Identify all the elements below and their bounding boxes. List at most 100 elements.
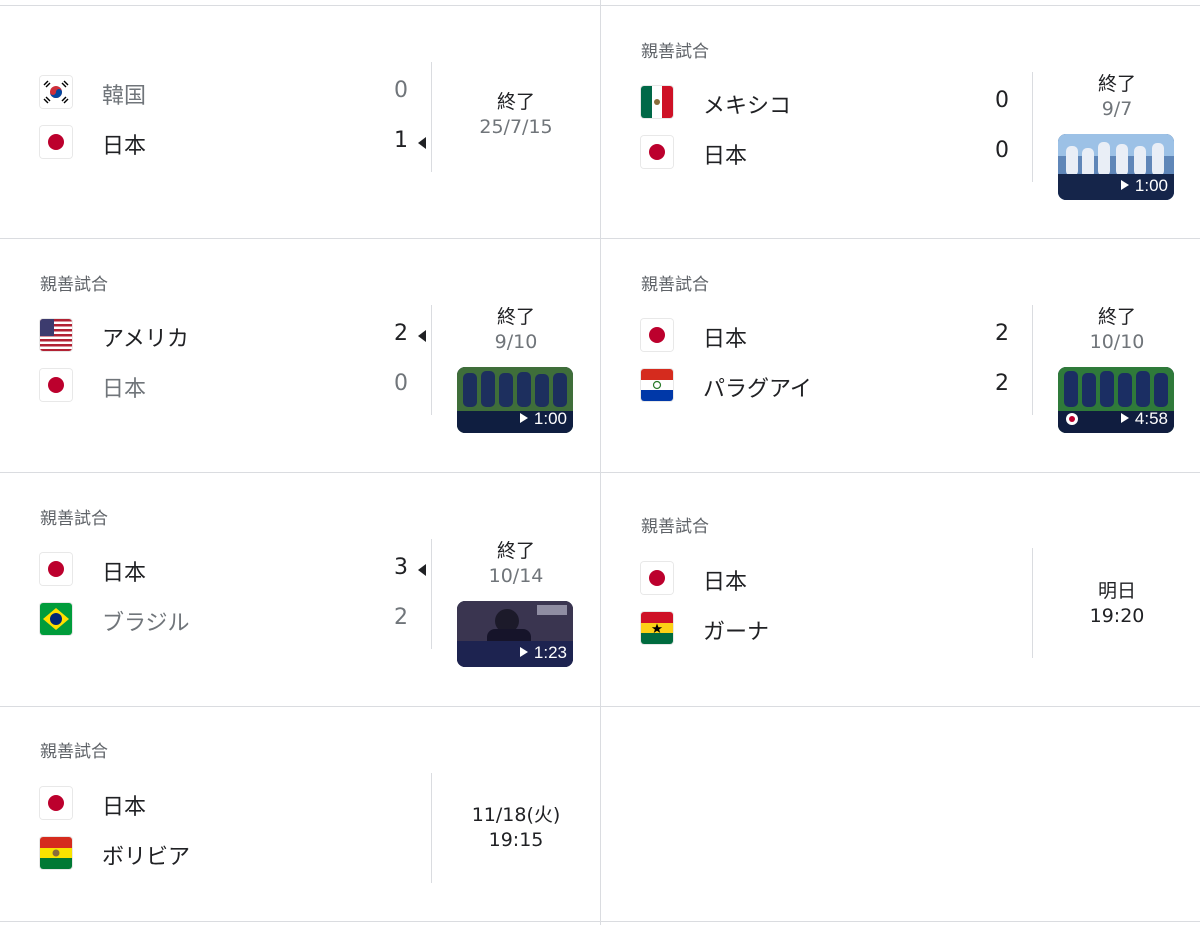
team-name: ブラジル xyxy=(102,611,190,636)
match-time: 19:15 xyxy=(488,829,544,851)
winner-arrow-icon xyxy=(418,137,426,149)
ghana-flag-icon xyxy=(641,612,673,644)
status-text: 終了 xyxy=(496,540,535,562)
team-row: 日本 1 xyxy=(40,126,426,162)
play-icon xyxy=(1120,180,1129,190)
match-time: 19:20 xyxy=(1089,605,1145,627)
team-score: 2 xyxy=(995,371,1009,396)
team-name: 日本 xyxy=(703,144,748,169)
team-row: メキシコ 0 xyxy=(641,86,1021,122)
match-date: 10/14 xyxy=(488,565,544,587)
winner-arrow-icon xyxy=(418,330,426,342)
match-card[interactable]: 親善試合 メキシコ 0 日本 0 終了 9/7 1:00 xyxy=(601,6,1200,240)
paraguay-flag-icon xyxy=(641,369,673,401)
team-row: 日本 xyxy=(40,787,420,823)
team-row: 日本 0 xyxy=(641,136,1021,172)
match-type-label: 親善試合 xyxy=(641,517,709,537)
match-status: 終了 9/7 xyxy=(1033,72,1200,122)
status-text: 終了 xyxy=(496,306,535,328)
match-date: 9/10 xyxy=(494,331,538,353)
team-row: パラグアイ 2 xyxy=(641,369,1021,405)
video-thumbnail[interactable]: 1:00 xyxy=(1058,134,1174,200)
team-score: 3 xyxy=(394,555,408,580)
team-row: 日本 2 xyxy=(641,319,1021,355)
bolivia-flag-icon xyxy=(40,837,72,869)
match-status: 終了 25/7/15 xyxy=(432,90,600,140)
usa-flag-icon xyxy=(40,319,72,351)
team-name: 韓国 xyxy=(102,84,147,109)
team-row: ガーナ xyxy=(641,612,1021,648)
team-name: パラグアイ xyxy=(703,377,812,402)
team-row: 日本 xyxy=(641,562,1021,598)
japan-flag-icon xyxy=(40,126,72,158)
status-text: 明日 xyxy=(1097,580,1136,602)
team-score: 0 xyxy=(394,78,408,103)
mexico-flag-icon xyxy=(641,86,673,118)
match-type-label: 親善試合 xyxy=(40,275,108,295)
brazil-flag-icon xyxy=(40,603,72,635)
team-name: ガーナ xyxy=(703,620,770,645)
match-date: 25/7/15 xyxy=(479,116,553,138)
team-name: 日本 xyxy=(102,795,147,820)
video-thumbnail[interactable]: 1:23 xyxy=(457,601,573,667)
japan-flag-icon xyxy=(40,553,72,585)
japan-flag-icon xyxy=(40,787,72,819)
video-duration: 1:23 xyxy=(519,643,567,663)
team-name: 日本 xyxy=(703,327,748,352)
team-name: ボリビア xyxy=(102,845,191,870)
play-icon xyxy=(519,647,528,657)
team-row: アメリカ 2 xyxy=(40,319,426,355)
team-name: 日本 xyxy=(102,134,147,159)
team-row: 韓国 0 xyxy=(40,76,420,112)
team-score: 2 xyxy=(394,321,408,346)
match-status: 11/18(火) 19:15 xyxy=(432,803,600,853)
team-score: 0 xyxy=(995,138,1009,163)
winner-arrow-icon xyxy=(418,564,426,576)
status-text: 終了 xyxy=(1097,73,1136,95)
japan-flag-icon xyxy=(40,369,72,401)
team-row: ボリビア xyxy=(40,837,420,873)
team-name: 日本 xyxy=(703,570,748,595)
video-duration: 4:58 xyxy=(1120,409,1168,429)
team-name: 日本 xyxy=(102,561,147,586)
video-duration: 1:00 xyxy=(1120,176,1168,196)
match-status: 終了 10/14 xyxy=(432,539,600,589)
team-name: アメリカ xyxy=(102,327,189,352)
match-type-label: 親善試合 xyxy=(40,509,108,529)
team-score: 2 xyxy=(995,321,1009,346)
video-duration: 1:00 xyxy=(519,409,567,429)
japan-flag-icon xyxy=(641,136,673,168)
play-icon xyxy=(1120,413,1129,423)
team-name: メキシコ xyxy=(703,94,792,119)
match-list: 韓国 0 日本 1 終了 25/7/15 親善試合 メキシコ 0 日本 0 終了… xyxy=(0,0,1200,925)
match-card[interactable]: 親善試合 日本 3 ブラジル 2 終了 10/14 1:23 xyxy=(0,473,600,707)
match-status: 終了 10/10 xyxy=(1033,305,1200,355)
match-type-label: 親善試合 xyxy=(641,42,709,62)
korea-flag-icon xyxy=(40,76,72,108)
team-score: 2 xyxy=(394,605,408,630)
team-row: ブラジル 2 xyxy=(40,603,420,639)
team-row: 日本 0 xyxy=(40,369,420,405)
japan-flag-icon xyxy=(641,319,673,351)
team-score: 1 xyxy=(394,128,408,153)
match-date: 11/18(火) xyxy=(471,804,561,826)
match-card[interactable]: 親善試合 アメリカ 2 日本 0 終了 9/10 1:00 xyxy=(0,239,600,473)
match-date: 9/7 xyxy=(1101,98,1133,120)
match-card[interactable]: 韓国 0 日本 1 終了 25/7/15 xyxy=(0,6,600,240)
team-name: 日本 xyxy=(102,377,147,402)
match-status: 明日 19:20 xyxy=(1033,579,1200,629)
match-card[interactable]: 親善試合 日本 2 パラグアイ 2 終了 10/10 4:58 xyxy=(601,239,1200,473)
status-text: 終了 xyxy=(1097,306,1136,328)
team-score: 0 xyxy=(394,371,408,396)
match-card[interactable]: 親善試合 日本 ガーナ 明日 19:20 xyxy=(601,473,1200,707)
status-text: 終了 xyxy=(496,91,535,113)
video-thumbnail[interactable]: 4:58 xyxy=(1058,367,1174,433)
match-card[interactable]: 親善試合 日本 ボリビア 11/18(火) 19:15 xyxy=(0,707,600,925)
match-status: 終了 9/10 xyxy=(432,305,600,355)
match-type-label: 親善試合 xyxy=(40,742,108,762)
team-score: 0 xyxy=(995,88,1009,113)
video-thumbnail[interactable]: 1:00 xyxy=(457,367,573,433)
match-date: 10/10 xyxy=(1089,331,1145,353)
japan-flag-icon xyxy=(641,562,673,594)
play-icon xyxy=(519,413,528,423)
